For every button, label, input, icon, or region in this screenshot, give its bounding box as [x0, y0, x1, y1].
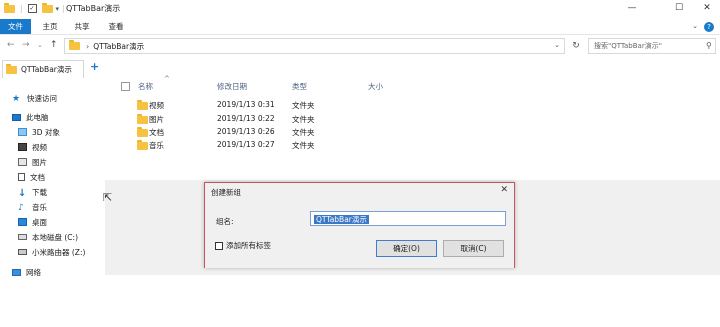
sidebar-item-network[interactable]: 网络 — [12, 265, 41, 279]
add-all-tabs-checkbox[interactable]: 添加所有标签 — [215, 240, 271, 251]
create-group-dialog: 创建新组 ✕ 组名: QTTabBar演示 添加所有标签 确定(O) 取消(C) — [204, 182, 515, 268]
file-name: 文档 — [149, 128, 164, 137]
tab-qttabbar-demo[interactable]: QTTabBar演示 — [2, 60, 84, 78]
folder-icon — [6, 63, 17, 74]
maximize-button[interactable]: ☐ — [672, 2, 686, 14]
file-row[interactable]: 图片 2019/1/13 0:22 文件夹 — [133, 114, 433, 127]
folder-icon — [4, 2, 15, 13]
refresh-button[interactable]: ↻ — [569, 39, 583, 53]
picture-icon — [18, 158, 27, 166]
folder-icon — [137, 114, 148, 124]
folder-icon — [137, 100, 148, 110]
group-name-input[interactable]: QTTabBar演示 — [310, 211, 506, 226]
file-row[interactable]: 文档 2019/1/13 0:26 文件夹 — [133, 127, 433, 140]
search-input[interactable]: 搜索"QTTabBar演示" — [588, 38, 716, 54]
cube-icon — [18, 128, 27, 136]
folder-icon — [137, 127, 148, 137]
file-type: 文件夹 — [292, 115, 315, 124]
sidebar-item-downloads[interactable]: ↓ 下载 — [18, 185, 47, 200]
sidebar-item-documents[interactable]: 文档 — [18, 170, 45, 184]
up-button[interactable]: ↑ — [50, 40, 58, 50]
drive-icon — [18, 234, 27, 240]
sidebar-item-quick-access[interactable]: ★ 快速访问 — [12, 91, 57, 105]
add-all-tabs-label: 添加所有标签 — [226, 241, 271, 250]
download-icon: ↓ — [18, 188, 27, 199]
address-separator-icon[interactable]: › — [86, 42, 89, 51]
video-icon — [18, 143, 27, 151]
dialog-body: 组名: QTTabBar演示 添加所有标签 确定(O) 取消(C) — [205, 202, 514, 268]
expand-ribbon-icon[interactable]: ⌄ — [692, 22, 698, 30]
add-tab-button[interactable]: + — [90, 60, 99, 73]
column-header-size[interactable]: 大小 — [368, 81, 383, 92]
desktop-icon — [18, 218, 27, 226]
cancel-button[interactable]: 取消(C) — [443, 240, 504, 257]
sidebar-item-videos[interactable]: 视频 — [18, 140, 47, 154]
qttabbar: QTTabBar演示 + — [0, 58, 720, 78]
sidebar-item-pictures[interactable]: 图片 — [18, 155, 47, 169]
new-folder-icon[interactable] — [41, 2, 53, 13]
file-name: 音乐 — [149, 141, 164, 150]
column-header-type[interactable]: 类型 — [292, 81, 307, 92]
star-icon: ★ — [12, 94, 21, 104]
file-modified: 2019/1/13 0:26 — [217, 127, 275, 136]
tab-label: QTTabBar演示 — [21, 65, 72, 74]
document-icon — [18, 173, 25, 181]
title-bar: | ✓ ▾ | QTTabBar演示 — ☐ ✕ — [0, 0, 720, 19]
sort-ascending-icon: ^ — [164, 75, 170, 83]
file-modified: 2019/1/13 0:31 — [217, 100, 275, 109]
tab-file[interactable]: 文件 — [0, 19, 31, 34]
file-modified: 2019/1/13 0:22 — [217, 114, 275, 123]
checkbox-box[interactable] — [215, 241, 223, 250]
file-name: 视频 — [149, 101, 164, 110]
navigation-bar: ← → ⌄ ↑ › QTTabBar演示 ⌄ ↻ 搜索"QTTabBar演示" … — [0, 36, 720, 56]
sidebar-item-local-disk-c[interactable]: 本地磁盘 (C:) — [18, 230, 78, 244]
file-type: 文件夹 — [292, 128, 315, 137]
properties-icon[interactable]: ✓ — [27, 4, 37, 13]
quick-access-toolbar: | ✓ ▾ | — [4, 2, 65, 13]
sidebar-item-router-z[interactable]: 小米路由器 (Z:) — [18, 245, 85, 259]
file-modified: 2019/1/13 0:27 — [217, 140, 275, 149]
file-row[interactable]: 音乐 2019/1/13 0:27 文件夹 — [133, 140, 433, 153]
column-header-modified[interactable]: 修改日期 — [217, 81, 247, 92]
dialog-close-button[interactable]: ✕ — [500, 185, 508, 195]
column-header-name[interactable]: 名称 — [138, 81, 153, 92]
select-all-checkbox[interactable] — [121, 82, 130, 91]
tab-view[interactable]: 查看 — [104, 19, 128, 34]
ribbon: 文件 主页 共享 查看 ⌄ ? — [0, 19, 720, 35]
search-icon: ⚲ — [706, 41, 712, 50]
customize-toolbar-icon[interactable]: ▾ — [56, 5, 60, 13]
minimize-button[interactable]: — — [625, 2, 639, 14]
sidebar-item-this-pc[interactable]: 此电脑 — [12, 110, 49, 124]
computer-icon — [12, 113, 21, 121]
address-text[interactable]: QTTabBar演示 — [93, 41, 144, 52]
file-type: 文件夹 — [292, 101, 315, 110]
ok-button[interactable]: 确定(O) — [376, 240, 437, 257]
address-dropdown-icon[interactable]: ⌄ — [554, 41, 560, 49]
recent-locations-button[interactable]: ⌄ — [37, 41, 43, 49]
tab-share[interactable]: 共享 — [70, 19, 94, 34]
group-name-value: QTTabBar演示 — [314, 215, 369, 224]
tab-home[interactable]: 主页 — [38, 19, 62, 34]
close-button[interactable]: ✕ — [700, 2, 714, 14]
address-bar[interactable]: › QTTabBar演示 ⌄ — [64, 38, 565, 54]
file-type: 文件夹 — [292, 141, 315, 150]
dialog-title: 创建新组 — [211, 188, 241, 197]
folder-icon — [69, 40, 80, 50]
window-title: QTTabBar演示 — [66, 4, 121, 13]
back-button[interactable]: ← — [7, 40, 15, 50]
file-row[interactable]: 视频 2019/1/13 0:31 文件夹 — [133, 100, 433, 113]
help-icon[interactable]: ? — [704, 22, 714, 32]
mouse-cursor-icon: ⇱ — [103, 191, 113, 204]
forward-button[interactable]: → — [22, 40, 30, 50]
sidebar-item-music[interactable]: ♪ 音乐 — [18, 200, 47, 214]
folder-icon — [137, 140, 148, 150]
file-name: 图片 — [149, 115, 164, 124]
sidebar-item-3d-objects[interactable]: 3D 对象 — [18, 125, 60, 139]
network-drive-icon — [18, 249, 27, 255]
network-icon — [12, 268, 21, 276]
sidebar-item-desktop[interactable]: 桌面 — [18, 215, 47, 229]
group-name-label: 组名: — [216, 217, 234, 226]
music-icon: ♪ — [18, 203, 24, 213]
